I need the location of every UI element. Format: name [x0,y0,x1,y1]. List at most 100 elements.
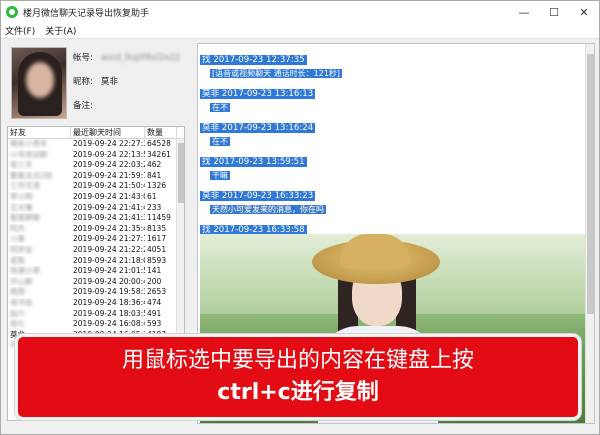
message-header-text: 找 2017-09-23 13:59:51 [200,157,307,167]
message-count-cell: 1617 [147,234,167,244]
contact-list-scroll-thumb[interactable] [178,143,184,203]
header-friend[interactable]: 好友 [8,127,71,138]
header-last-chat-time[interactable]: 最近聊天时间 [71,127,145,138]
menu-about[interactable]: 关于(A) [45,24,76,37]
table-row[interactable]: 小美 2019-09-24 21:27:18 1617 [8,234,184,245]
message-count-cell: 34261 [147,149,171,159]
close-button[interactable]: ✕ [569,1,599,23]
friend-name-cell: 小美 [10,234,25,244]
message-count-cell: 4051 [147,244,167,254]
message-header[interactable]: 莫非 2017-09-23 13:16:24 [200,122,316,134]
table-row[interactable]: 佛系小青年 2019-09-24 22:27:39 64528 [8,139,184,150]
avatar [11,47,67,119]
chat-scrollbar[interactable] [585,44,594,423]
table-row[interactable]: 老陈 2019-09-24 21:18:06 8593 [8,256,184,267]
message-header-text: 莫非 2017-09-23 13:16:13 [200,89,316,99]
friend-name-cell: 同学会 [10,244,33,254]
table-row[interactable]: 小号测试群 2019-09-24 22:13:51 34261 [8,150,184,161]
account-label: 帐号: [73,53,93,63]
contact-list-header: 好友 最近聊天时间 数量 [8,127,184,139]
last-chat-time-cell: 2019-09-24 20:00:44 [73,276,145,286]
window-title: 楼月微信聊天记录导出恢复助手 [23,8,150,19]
table-row[interactable]: 赵六 2019-09-24 18:03:55 491 [8,309,184,320]
friend-name-cell: 李小明 [10,191,33,201]
message-header[interactable]: 莫非 2017-09-23 16:33:23 [200,190,316,202]
friend-name-cell: 阿杰 [10,223,25,233]
table-row[interactable]: 开心群 2019-09-24 20:00:44 200 [8,277,184,288]
friend-name-cell: 钱七 [10,319,25,329]
note-row: 备注: [73,99,101,111]
note-label: 备注: [73,101,93,111]
last-chat-time-cell: 2019-09-24 22:03:20 [73,160,145,170]
menu-file[interactable]: 文件(F) [5,24,35,37]
account-row: 帐号: wxid_lkq0f8vl2e22 [73,51,180,63]
table-row[interactable]: 王大锤 2019-09-24 21:41:40 233 [8,203,184,214]
table-row[interactable]: 快递小哥 2019-09-24 21:01:59 141 [8,266,184,277]
table-row[interactable]: 读书会 2019-09-24 18:36:41 474 [8,298,184,309]
banner-line-1: 用鼠标选中要导出的内容在键盘上按 [121,348,474,373]
header-count[interactable]: 数量 [145,127,177,138]
message-body[interactable]: 干嘛 [210,170,230,181]
app-window: 楼月微信聊天记录导出恢复助手 — ☐ ✕ 文件(F) 关于(A) 帐号: wxid… [0,0,600,435]
menu-bar: 文件(F) 关于(A) [1,23,599,39]
message-body[interactable]: 天然小可爱发来的消息，你在吗 [210,204,326,215]
friend-name-cell: 家族群聊 [10,213,40,223]
friend-name-cell: 老陈 [10,255,25,265]
message-body[interactable]: [语音或视频聊天 通话时长：121秒] [210,68,343,79]
nickname-row: 昵称: 莫非 [73,75,118,87]
table-row[interactable]: 繁星点点2班 2019-09-24 21:59:16 841 [8,171,184,182]
message-body-text: 在不 [210,137,230,146]
message-count-cell: 474 [147,297,162,307]
chat-scroll-thumb[interactable] [587,54,594,314]
message-header[interactable]: 找 2017-09-23 12:37:35 [200,54,307,66]
last-chat-time-cell: 2019-09-24 21:35:41 [73,223,145,233]
table-row[interactable]: 工作交流 2019-09-24 21:50:41 1326 [8,181,184,192]
message-header-text: 找 2017-09-23 12:37:35 [200,55,307,65]
friend-name-cell: 周周 [10,287,25,297]
last-chat-time-cell: 2019-09-24 18:36:41 [73,297,145,307]
table-row[interactable]: 李小明 2019-09-24 21:43:01 61 [8,192,184,203]
table-row[interactable]: 家族群聊 2019-09-24 21:41:33 11459 [8,213,184,224]
message-body-text: 干嘛 [210,171,230,180]
minimize-button[interactable]: — [509,1,539,23]
nickname-value: 莫非 [100,77,118,87]
message-header[interactable]: 莫非 2017-09-23 13:16:13 [200,88,316,100]
message-count-cell: 141 [147,266,162,276]
friend-name-cell: 快递小哥 [10,266,40,276]
message-count-cell: 64528 [147,139,171,148]
message-count-cell: 1326 [147,181,167,191]
table-row[interactable]: 钱七 2019-09-24 16:08:42 593 [8,319,184,330]
last-chat-time-cell: 2019-09-24 19:58:38 [73,287,145,297]
message-count-cell: 8593 [147,255,167,265]
friend-name-cell: 开心群 [10,276,33,286]
last-chat-time-cell: 2019-09-24 21:22:22 [73,244,145,254]
maximize-button[interactable]: ☐ [539,1,569,23]
message-count-cell: 8135 [147,223,167,233]
table-row[interactable]: 阿杰 2019-09-24 21:35:41 8135 [8,224,184,235]
last-chat-time-cell: 2019-09-24 21:59:16 [73,170,145,180]
message-header-text: 莫非 2017-09-23 13:16:24 [200,123,316,133]
message-count-cell: 462 [147,160,162,170]
message-count-cell: 11459 [147,213,171,223]
friend-name-cell: 佛系小青年 [10,139,48,148]
last-chat-time-cell: 2019-09-24 21:41:33 [73,213,145,223]
message-body-text: 天然小可爱发来的消息，你在吗 [210,205,326,214]
message-body[interactable]: 在不 [210,136,230,147]
friend-name-cell: 王大锤 [10,202,33,212]
title-bar: 楼月微信聊天记录导出恢复助手 — ☐ ✕ [1,1,599,23]
message-header[interactable]: 找 2017-09-23 13:59:51 [200,156,307,168]
friend-name-cell: 赵六 [10,308,25,318]
table-row[interactable]: 张三丰 2019-09-24 22:03:20 462 [8,160,184,171]
last-chat-time-cell: 2019-09-24 21:41:40 [73,202,145,212]
message-header-text: 莫非 2017-09-23 16:33:23 [200,191,316,201]
message-body-text: 在不 [210,103,230,112]
contact-rows: 佛系小青年 2019-09-24 22:27:39 64528 小号测试群 2019-0… [8,139,184,351]
table-row[interactable]: 周周 2019-09-24 19:58:38 2653 [8,287,184,298]
last-chat-time-cell: 2019-09-24 21:50:41 [73,181,145,191]
message-body[interactable]: 在不 [210,102,230,113]
message-count-cell: 200 [147,276,162,286]
table-row[interactable]: 同学会 2019-09-24 21:22:22 4051 [8,245,184,256]
message-count-cell: 841 [147,170,162,180]
last-chat-time-cell: 2019-09-24 21:43:01 [73,191,145,201]
avatar-face-shape [26,62,54,98]
